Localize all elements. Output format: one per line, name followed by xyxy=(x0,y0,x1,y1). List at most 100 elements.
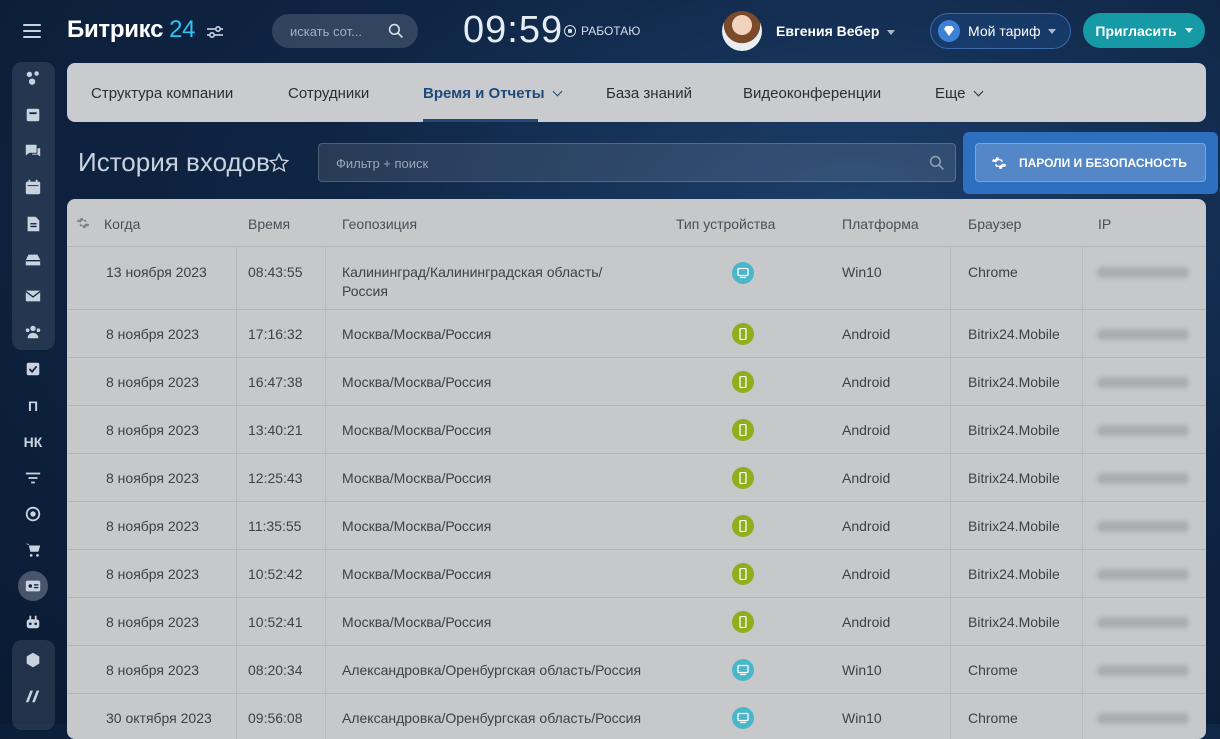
rail-item-p[interactable]: П xyxy=(0,388,66,424)
table-row[interactable]: 8 ноября 2023 08:20:34 Александровка/Оренб… xyxy=(67,645,1206,694)
cell-date: 8 ноября 2023 xyxy=(106,326,200,342)
chevron-down-icon xyxy=(973,86,983,97)
column-divider xyxy=(1082,454,1083,502)
table-row[interactable]: 8 ноября 2023 10:52:42 Москва/Москва/Росси… xyxy=(67,549,1206,598)
ip-value-redacted xyxy=(1097,473,1189,484)
column-header-time[interactable]: Время xyxy=(248,216,290,232)
search-icon xyxy=(929,155,944,170)
checklist-icon[interactable] xyxy=(0,351,66,387)
clock[interactable]: 09:59 xyxy=(463,9,563,52)
ip-value-redacted xyxy=(1097,329,1189,340)
column-divider xyxy=(950,550,951,598)
drive-icon[interactable] xyxy=(0,242,66,278)
work-status[interactable]: РАБОТАЮ xyxy=(564,24,640,38)
cell-time: 10:52:41 xyxy=(248,614,303,630)
cell-geo: Москва/Москва/Россия xyxy=(342,422,492,438)
column-divider xyxy=(1082,694,1083,739)
target-icon[interactable] xyxy=(0,496,66,532)
avatar[interactable] xyxy=(722,11,762,51)
robot-icon[interactable] xyxy=(0,604,66,640)
column-divider xyxy=(325,646,326,694)
column-header-ip[interactable]: IP xyxy=(1098,216,1111,232)
column-divider xyxy=(236,550,237,598)
invite-button[interactable]: Пригласить xyxy=(1083,13,1205,48)
mail-icon[interactable] xyxy=(0,278,66,314)
column-header-device[interactable]: Тип устройства xyxy=(676,216,775,232)
chevron-down-icon xyxy=(1048,28,1057,34)
employees-icon[interactable] xyxy=(0,314,66,350)
column-divider xyxy=(950,694,951,739)
passwords-security-button[interactable]: ПАРОЛИ И БЕЗОПАСНОСТЬ xyxy=(975,143,1206,182)
box-icon[interactable] xyxy=(0,642,66,678)
table-row[interactable]: 8 ноября 2023 10:52:41 Москва/Москва/Росси… xyxy=(67,597,1206,646)
column-divider xyxy=(950,598,951,646)
column-divider xyxy=(325,247,326,310)
column-divider xyxy=(1082,358,1083,406)
column-divider xyxy=(236,502,237,550)
login-history-table: Когда Время Геопозиция Тип устройства Пл… xyxy=(67,199,1206,739)
ip-value-redacted xyxy=(1097,425,1189,436)
cell-time: 16:47:38 xyxy=(248,374,303,390)
calendar-icon[interactable] xyxy=(0,169,66,205)
mobile-device-icon xyxy=(732,323,754,345)
ip-value-redacted xyxy=(1097,665,1189,676)
column-header-browser[interactable]: Браузер xyxy=(968,216,1021,232)
cell-date: 13 ноября 2023 xyxy=(106,264,207,280)
column-header-geo[interactable]: Геопозиция xyxy=(342,216,417,232)
document-icon[interactable] xyxy=(0,206,66,242)
id-card-icon[interactable] xyxy=(0,568,66,604)
feed-icon[interactable] xyxy=(0,60,66,96)
tab-knowledge-base[interactable]: База знаний xyxy=(606,85,692,102)
ip-value-redacted xyxy=(1097,713,1189,724)
column-divider xyxy=(325,406,326,454)
tasks-icon[interactable] xyxy=(0,97,66,133)
mobile-device-icon xyxy=(732,419,754,441)
tariff-button[interactable]: Мой тариф xyxy=(930,13,1071,49)
chevron-down-icon xyxy=(552,86,563,97)
cart-icon[interactable] xyxy=(0,532,66,568)
search-input[interactable]: искать сот... xyxy=(272,14,418,48)
menu-icon[interactable] xyxy=(23,24,41,38)
column-header-when[interactable]: Когда xyxy=(104,216,140,232)
ip-value-redacted xyxy=(1097,617,1189,628)
table-row[interactable]: 8 ноября 2023 11:35:55 Москва/Москва/Росси… xyxy=(67,501,1206,550)
column-divider xyxy=(1082,502,1083,550)
filter-icon[interactable] xyxy=(0,460,66,496)
table-header: Когда Время Геопозиция Тип устройства Пл… xyxy=(67,199,1206,246)
tab-company-structure[interactable]: Структура компании xyxy=(91,85,233,102)
cell-geo: Александровка/Оренбургская область/Росси… xyxy=(342,662,642,678)
table-row[interactable]: 8 ноября 2023 12:25:43 Москва/Москва/Росси… xyxy=(67,453,1206,502)
column-divider xyxy=(1082,406,1083,454)
column-divider xyxy=(236,598,237,646)
column-divider xyxy=(325,550,326,598)
filter-search-input[interactable]: Фильтр + поиск xyxy=(318,143,956,182)
table-row[interactable]: 8 ноября 2023 13:40:21 Москва/Москва/Росси… xyxy=(67,405,1206,454)
tab-time-reports[interactable]: Время и Отчеты xyxy=(423,85,563,102)
page-title: История входов xyxy=(78,147,270,177)
rail-item-nk[interactable]: НК xyxy=(0,424,66,460)
table-row[interactable]: 8 ноября 2023 17:16:32 Москва/Москва/Росси… xyxy=(67,309,1206,358)
desktop-device-icon xyxy=(732,707,754,729)
gear-icon xyxy=(991,156,1007,169)
cell-date: 8 ноября 2023 xyxy=(106,518,200,534)
table-row[interactable]: 30 октября 2023 09:56:08 Александровка/Оре… xyxy=(67,693,1206,739)
app-logo[interactable]: Битрикс 24 xyxy=(67,16,196,44)
star-icon[interactable] xyxy=(268,152,290,174)
user-menu[interactable]: Евгения Вебер xyxy=(776,23,896,39)
table-row[interactable]: 13 ноября 2023 08:43:55 Калининград/Калини… xyxy=(67,246,1206,310)
chat-icon[interactable] xyxy=(0,133,66,169)
cell-platform: Android xyxy=(842,614,891,630)
table-row[interactable]: 8 ноября 2023 16:47:38 Москва/Москва/Росси… xyxy=(67,357,1206,406)
settings-sliders-icon[interactable] xyxy=(205,22,225,42)
logo-icon[interactable] xyxy=(0,678,66,714)
cell-time: 17:16:32 xyxy=(248,326,303,342)
cell-time: 10:52:42 xyxy=(248,566,303,582)
tab-employees[interactable]: Сотрудники xyxy=(288,85,369,102)
tab-more[interactable]: Еще xyxy=(935,85,983,102)
column-divider xyxy=(325,598,326,646)
gear-icon[interactable] xyxy=(76,216,90,230)
column-header-platform[interactable]: Платформа xyxy=(842,216,919,232)
tab-video-conferences[interactable]: Видеоконференции xyxy=(743,85,881,102)
diamond-icon xyxy=(938,20,960,42)
cell-browser: Bitrix24.Mobile xyxy=(968,518,1060,534)
